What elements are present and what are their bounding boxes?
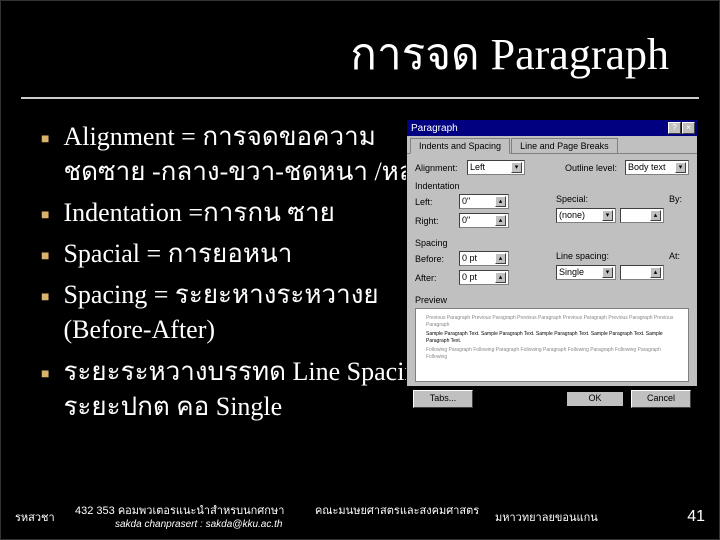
- at-label: At:: [669, 251, 689, 261]
- footer-course: 432 353 คอมพวเตอรแนะนำสำหรบนกศกษา: [75, 505, 284, 517]
- right-label: Right:: [415, 216, 455, 226]
- spacing-group: Spacing: [415, 238, 689, 248]
- chevron-down-icon: ▾: [602, 267, 613, 278]
- before-label: Before:: [415, 254, 455, 264]
- alignment-label: Alignment:: [415, 163, 463, 173]
- help-icon[interactable]: ?: [668, 122, 681, 134]
- chevron-down-icon: ▾: [511, 162, 522, 173]
- linespacing-label: Line spacing:: [556, 251, 614, 261]
- chevron-down-icon: ▾: [602, 210, 613, 221]
- ok-button[interactable]: OK: [565, 390, 625, 408]
- outline-combo[interactable]: Body text▾: [625, 160, 689, 175]
- bullet-icon: ■: [41, 289, 49, 308]
- footer-code: รหสวชา: [15, 508, 75, 526]
- spinner-icon: ▴: [495, 196, 506, 207]
- title-area: การจด Paragraph: [21, 1, 699, 99]
- spinner-icon: ▴: [495, 215, 506, 226]
- special-combo[interactable]: (none)▾: [556, 208, 616, 223]
- dialog-body: Alignment: Left▾ Outline level: Body tex…: [407, 154, 697, 386]
- paragraph-dialog: Paragraph ? × Indents and Spacing Line a…: [406, 119, 698, 387]
- bullet-main: Alignment = การจดขอความ: [63, 122, 375, 151]
- dialog-buttons: Tabs... OK Cancel: [407, 386, 697, 412]
- bullet-main: Spacing = ระยะหางระหวางย: [63, 280, 378, 309]
- spinner-icon: ▴: [495, 272, 506, 283]
- preview-label: Preview: [415, 295, 689, 305]
- footer-faculty: คณะมนษยศาสตรและสงคมศาสตร: [315, 505, 479, 517]
- special-label: Special:: [556, 194, 596, 204]
- dialog-tabs: Indents and Spacing Line and Page Breaks: [407, 138, 697, 154]
- cancel-button[interactable]: Cancel: [631, 390, 691, 408]
- linespacing-combo[interactable]: Single▾: [556, 265, 616, 280]
- before-spin[interactable]: 0 pt▴: [459, 251, 509, 266]
- bullet-main: ระยะระหวางบรรทด Line Spacing: [63, 357, 430, 386]
- bullet-icon: ■: [41, 207, 49, 226]
- tab-indents-spacing[interactable]: Indents and Spacing: [410, 138, 510, 154]
- after-spin[interactable]: 0 pt▴: [459, 270, 509, 285]
- bullet-icon: ■: [41, 131, 49, 150]
- tab-line-page-breaks[interactable]: Line and Page Breaks: [511, 138, 618, 153]
- at-spin[interactable]: ▴: [620, 265, 664, 280]
- slide-title: การจด Paragraph: [51, 19, 669, 89]
- outline-label: Outline level:: [565, 163, 621, 173]
- dialog-titlebar[interactable]: Paragraph ? ×: [407, 120, 697, 136]
- bullet-icon: ■: [41, 248, 49, 267]
- after-label: After:: [415, 273, 455, 283]
- close-icon[interactable]: ×: [682, 122, 695, 134]
- by-label: By:: [669, 194, 689, 204]
- indentation-group: Indentation: [415, 181, 689, 191]
- preview-box: Previous Paragraph Previous Paragraph Pr…: [415, 308, 689, 382]
- spinner-icon: ▴: [650, 267, 661, 278]
- by-spin[interactable]: ▴: [620, 208, 664, 223]
- dialog-title: Paragraph: [411, 123, 668, 134]
- left-label: Left:: [415, 197, 455, 207]
- footer-page-number: 41: [665, 508, 705, 526]
- left-spin[interactable]: 0"▴: [459, 194, 509, 209]
- chevron-down-icon: ▾: [675, 162, 686, 173]
- slide-footer: รหสวชา 432 353 คอมพวเตอรแนะนำสำหรบนกศกษา…: [1, 504, 719, 531]
- footer-university: มหาวทยาลยขอนแกน: [495, 508, 665, 526]
- right-spin[interactable]: 0"▴: [459, 213, 509, 228]
- spinner-icon: ▴: [650, 210, 661, 221]
- spinner-icon: ▴: [495, 253, 506, 264]
- footer-author: sakda chanprasert : sakda@kku.ac.th: [75, 518, 495, 531]
- bullet-icon: ■: [41, 366, 49, 385]
- slide: การจด Paragraph ■ Alignment = การจดขอควา…: [0, 0, 720, 540]
- alignment-combo[interactable]: Left▾: [467, 160, 525, 175]
- tabs-button[interactable]: Tabs...: [413, 390, 473, 408]
